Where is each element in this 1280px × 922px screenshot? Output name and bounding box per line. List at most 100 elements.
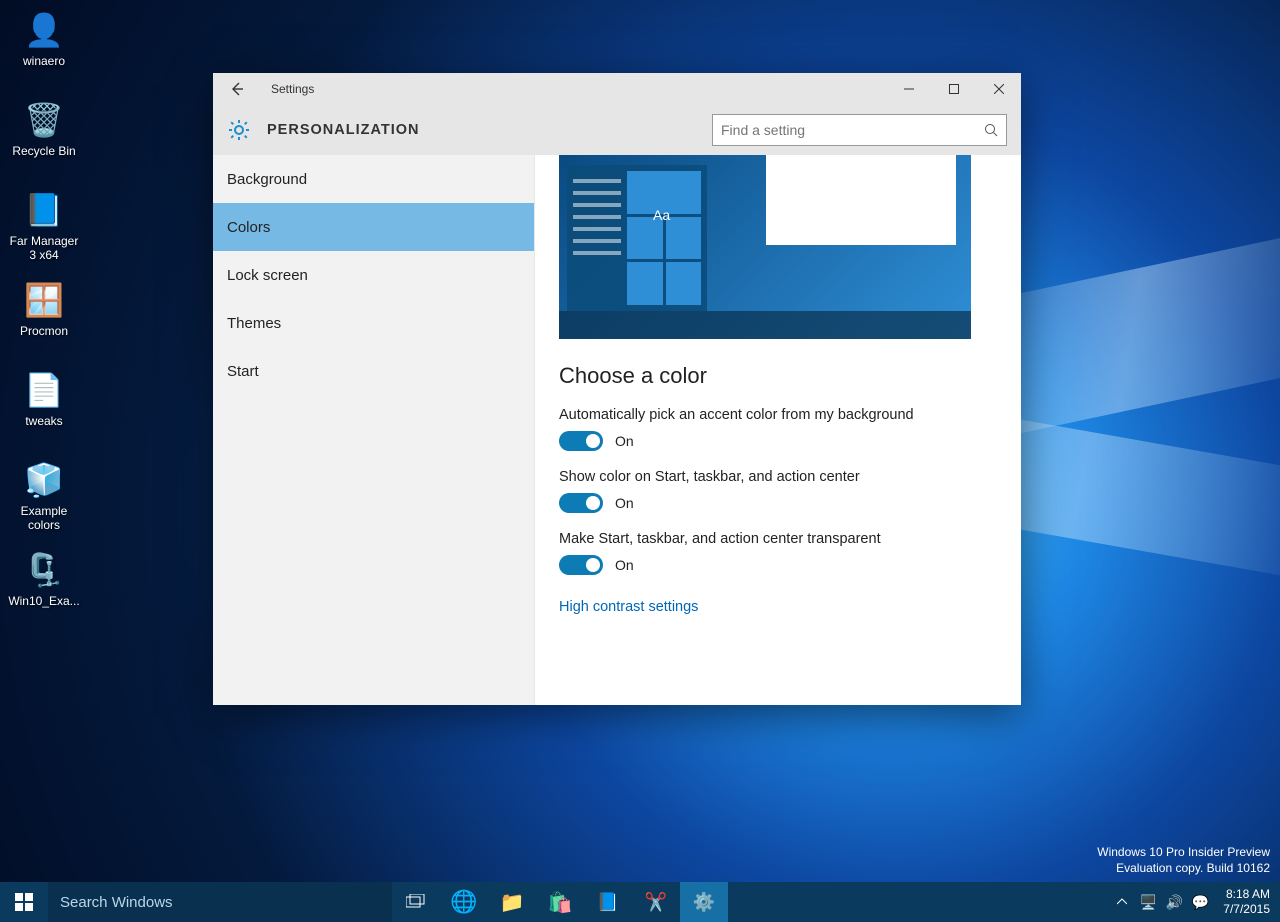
far-manager-icon-label: Far Manager 3 x64: [7, 234, 81, 262]
sidebar-item-themes[interactable]: Themes: [213, 299, 534, 347]
preview-window-thumbnail: [766, 155, 956, 245]
snip-icon: ✂️: [645, 892, 667, 913]
settings-header: PERSONALIZATION: [213, 105, 1021, 155]
file-explorer-button[interactable]: 📁: [488, 882, 536, 922]
tray-overflow-button[interactable]: [1109, 882, 1135, 922]
tweaks-icon-label: tweaks: [25, 414, 62, 428]
back-arrow-icon: [229, 81, 245, 97]
setting-label-1: Show color on Start, taskbar, and action…: [559, 469, 1003, 485]
toggle-state-1: On: [615, 495, 634, 511]
far-manager-icon[interactable]: 📘Far Manager 3 x64: [6, 186, 82, 276]
start-button[interactable]: [0, 882, 48, 922]
sidebar-item-start[interactable]: Start: [213, 347, 534, 395]
toggle-state-0: On: [615, 433, 634, 449]
procmon-icon[interactable]: 🪟 Procmon: [6, 276, 82, 366]
maximize-icon: [949, 84, 959, 94]
edge-icon: 🌐: [450, 889, 477, 915]
back-button[interactable]: [213, 73, 261, 105]
toggle-row-1: On: [559, 493, 1003, 513]
recycle-bin-icon-label: Recycle Bin: [12, 144, 75, 158]
setting-label-2: Make Start, taskbar, and action center t…: [559, 531, 1003, 547]
system-tray: 🖥️ 🔊 💬 8:18 AM 7/7/2015: [1109, 882, 1280, 922]
search-wrap: [712, 114, 1007, 146]
toggle-switch-0[interactable]: [559, 431, 603, 451]
taskbar-clock[interactable]: 8:18 AM 7/7/2015: [1213, 887, 1280, 917]
edge-browser-button[interactable]: 🌐: [440, 882, 488, 922]
header-title: PERSONALIZATION: [267, 122, 419, 138]
settings-titlebar[interactable]: Settings: [213, 73, 1021, 105]
personalization-preview: Aa: [559, 155, 971, 339]
example-colors-icon-label: Example colors: [7, 504, 81, 532]
preview-taskbar: [559, 311, 971, 339]
winaero-icon-glyph: 👤: [24, 10, 64, 50]
store-icon: 🛍️: [548, 890, 573, 915]
watermark-line2: Evaluation copy. Build 10162: [1097, 860, 1270, 876]
sidebar-item-background[interactable]: Background: [213, 155, 534, 203]
win10-examples-icon[interactable]: 🗜️ Win10_Exa...: [6, 546, 82, 636]
winaero-icon-label: winaero: [23, 54, 65, 68]
task-view-icon: [406, 894, 426, 910]
setting-option-0: Automatically pick an accent color from …: [559, 407, 1003, 451]
settings-main-pane: Aa Choose a color Automatically pick an …: [535, 155, 1021, 705]
procmon-icon-label: Procmon: [20, 324, 68, 338]
window-title: Settings: [271, 82, 314, 96]
section-title: Choose a color: [559, 363, 1003, 389]
volume-icon[interactable]: 🔊: [1161, 882, 1187, 922]
chevron-up-icon: [1117, 897, 1127, 907]
tweaks-icon-glyph: 📄: [24, 370, 64, 410]
clock-date: 7/7/2015: [1223, 902, 1270, 917]
winaero-icon[interactable]: 👤 winaero: [6, 6, 82, 96]
search-icon: [984, 123, 998, 137]
taskbar: Search Windows 🌐 📁 🛍️ 📘 ✂️ ⚙️ 🖥️ 🔊 💬 8:1…: [0, 882, 1280, 922]
far-manager-button[interactable]: 📘: [584, 882, 632, 922]
windows-desktop: 👤winaero🗑️Recycle Bin📘Far Manager 3 x64🪟…: [0, 0, 1280, 922]
search-box[interactable]: [712, 114, 1007, 146]
settings-sidebar: BackgroundColorsLock screenThemesStart: [213, 155, 535, 705]
minimize-icon: [904, 84, 914, 94]
setting-label-0: Automatically pick an accent color from …: [559, 407, 1003, 423]
close-icon: [994, 84, 1004, 94]
search-input[interactable]: [721, 122, 984, 138]
toggle-state-2: On: [615, 557, 634, 573]
example-colors-icon[interactable]: 🧊 Example colors: [6, 456, 82, 546]
gear-tb-icon: ⚙️: [693, 892, 715, 913]
minimize-button[interactable]: [886, 73, 931, 105]
far-manager-tb-icon: 📘: [597, 892, 619, 913]
setting-option-1: Show color on Start, taskbar, and action…: [559, 469, 1003, 513]
gear-icon: [227, 118, 251, 142]
preview-sample-text: Aa: [653, 207, 670, 223]
taskbar-search-placeholder: Search Windows: [60, 894, 173, 911]
toggle-switch-2[interactable]: [559, 555, 603, 575]
taskbar-search[interactable]: Search Windows: [48, 882, 392, 922]
task-view-button[interactable]: [392, 882, 440, 922]
folder-icon: 📁: [500, 890, 525, 915]
windows-watermark: Windows 10 Pro Insider Preview Evaluatio…: [1097, 844, 1270, 876]
snipping-tool-button[interactable]: ✂️: [632, 882, 680, 922]
high-contrast-link[interactable]: High contrast settings: [559, 599, 698, 615]
sidebar-item-lock-screen[interactable]: Lock screen: [213, 251, 534, 299]
toggle-switch-1[interactable]: [559, 493, 603, 513]
clock-time: 8:18 AM: [1223, 887, 1270, 902]
tweaks-icon[interactable]: 📄 tweaks: [6, 366, 82, 456]
settings-content: BackgroundColorsLock screenThemesStart A…: [213, 155, 1021, 705]
window-controls: [886, 73, 1021, 105]
action-center-icon[interactable]: 💬: [1187, 882, 1213, 922]
recycle-bin-icon-glyph: 🗑️: [24, 100, 64, 140]
example-colors-icon-glyph: 🧊: [24, 460, 64, 500]
store-button[interactable]: 🛍️: [536, 882, 584, 922]
close-button[interactable]: [976, 73, 1021, 105]
sidebar-item-colors[interactable]: Colors: [213, 203, 534, 251]
windows-logo-icon: [15, 893, 33, 911]
win10-examples-icon-label: Win10_Exa...: [8, 594, 79, 608]
toggle-row-0: On: [559, 431, 1003, 451]
settings-taskbar-button[interactable]: ⚙️: [680, 882, 728, 922]
preview-start-menu: Aa: [567, 165, 707, 311]
win10-examples-icon-glyph: 🗜️: [24, 550, 64, 590]
recycle-bin-icon[interactable]: 🗑️ Recycle Bin: [6, 96, 82, 186]
network-icon[interactable]: 🖥️: [1135, 882, 1161, 922]
maximize-button[interactable]: [931, 73, 976, 105]
watermark-line1: Windows 10 Pro Insider Preview: [1097, 844, 1270, 860]
setting-option-2: Make Start, taskbar, and action center t…: [559, 531, 1003, 575]
procmon-icon-glyph: 🪟: [24, 280, 64, 320]
desktop-icons-column: 👤 winaero 🗑️ Recycle Bin 📘Far Manager 3 x64🪟…: [6, 6, 82, 636]
